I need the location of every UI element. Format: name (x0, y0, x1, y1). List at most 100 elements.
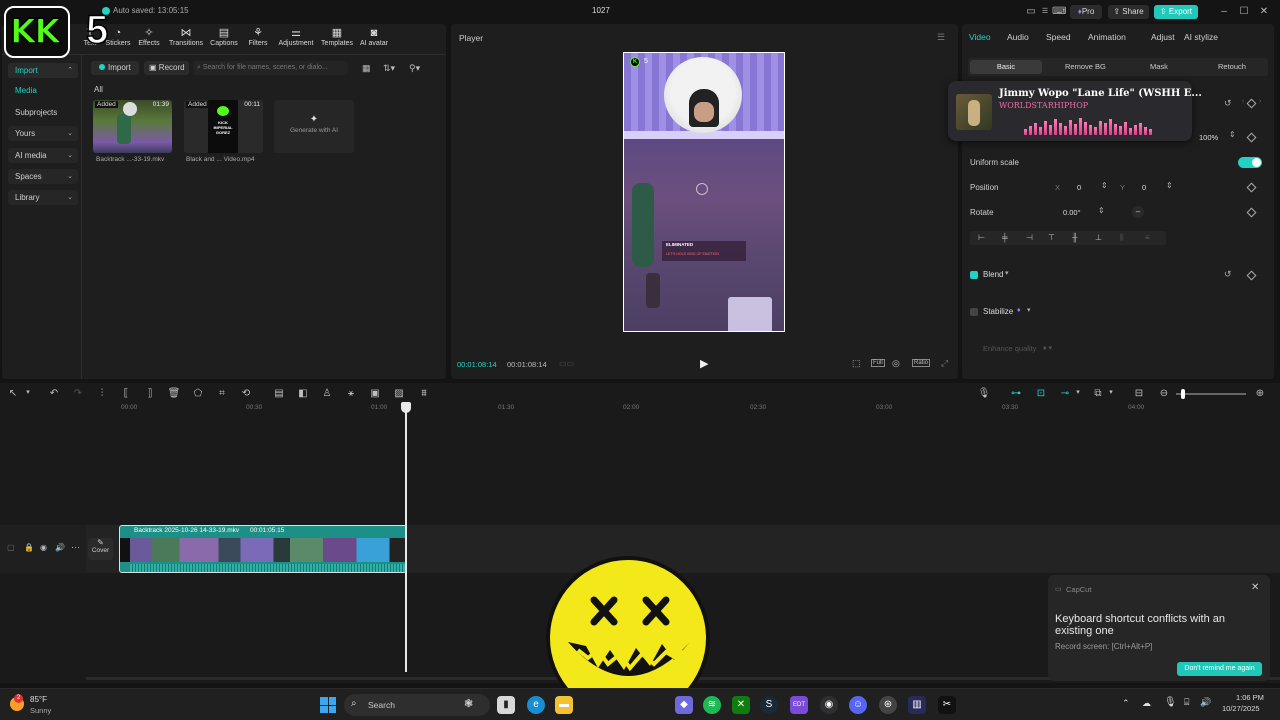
keyframe-nav-icon[interactable]: ‹ (1242, 98, 1244, 105)
start-button[interactable] (320, 697, 336, 713)
tab-ai-stylize[interactable]: AI stylize (1184, 32, 1218, 42)
align-bottom-icon[interactable]: ⊥ (1095, 231, 1102, 245)
share-button[interactable]: ⇪ Share (1108, 5, 1149, 19)
audio-split-icon[interactable]: ⩩ (417, 388, 431, 399)
magic-icon[interactable]: ⚹ (344, 388, 358, 399)
weather-widget[interactable]: 2 85°F Sunny (10, 693, 90, 717)
file-explorer-icon[interactable]: ▮ (497, 696, 515, 714)
distribute-h-icon[interactable]: ⫼ (1120, 231, 1124, 245)
toolbar-filters[interactable]: ⚘ Filters (238, 27, 278, 47)
split-right-icon[interactable]: ⟧ (143, 388, 157, 399)
project-title[interactable]: 1027 (592, 6, 610, 15)
full-icon[interactable]: Full (871, 359, 885, 367)
toolbar-effects[interactable]: ✧ Effects (129, 27, 169, 47)
zoom-slider[interactable] (1176, 393, 1246, 395)
pos-x-value[interactable]: 0 (1077, 183, 1081, 192)
timeline-ruler[interactable] (86, 400, 1280, 414)
microphone-icon[interactable]: 🎙 (977, 388, 991, 399)
media-clip-1[interactable]: Added 01:39 (93, 100, 172, 153)
edge-icon[interactable]: e (527, 696, 545, 714)
filter-all[interactable]: All (94, 85, 103, 94)
tab-animation[interactable]: Animation (1088, 32, 1126, 42)
select-tool-icon[interactable]: ↖ (6, 388, 20, 399)
xbox-icon[interactable]: ✕ (732, 696, 750, 714)
volume-tray-icon[interactable]: 🔊 (1200, 697, 1211, 708)
ratio-button[interactable]: Ratio (912, 359, 931, 367)
import-button[interactable]: Import (91, 61, 139, 75)
discord-icon[interactable]: ☺ (849, 696, 867, 714)
close-icon[interactable]: ✕ (1257, 6, 1271, 18)
mask-shape-icon[interactable]: ⬠ (191, 388, 205, 399)
now-playing-popup[interactable]: Jimmy Wopo "Lane Life" (WSHH E... WORLDS… (948, 81, 1202, 141)
preview-axis-icon[interactable]: ⧉ (1091, 388, 1105, 399)
app-icon-purple[interactable]: ◆ (675, 696, 693, 714)
media-clip-2[interactable]: KICK IMPERIAL GOREZ Added 00:11 (184, 100, 263, 153)
reset-icon[interactable]: ↺ (1224, 98, 1232, 109)
stabilize-checkbox[interactable] (970, 308, 978, 316)
subtab-mask[interactable]: Mask (1150, 62, 1168, 71)
more-icon[interactable]: ⋯ (71, 542, 80, 553)
toolbar-ai-avatar[interactable]: ◙ AI avatar (354, 27, 394, 47)
rotate-value[interactable]: 0.00° (1063, 208, 1081, 217)
maximize-icon[interactable]: ☐ (1237, 6, 1251, 18)
export-button[interactable]: ⇧ Export (1154, 5, 1198, 19)
preview-chevron-icon[interactable]: ▾ (1104, 388, 1118, 396)
timecode-toggle-icon[interactable]: ▭▭ (559, 359, 574, 368)
stabilize-chevron-icon[interactable]: ▾ (1027, 306, 1031, 314)
link-main-track-icon[interactable]: ⊶ (1009, 388, 1023, 399)
align-top-icon[interactable]: ⊤ (1048, 231, 1055, 245)
filter-icon[interactable]: ⚲▾ (409, 63, 420, 74)
redo-icon[interactable]: ↷ (71, 388, 85, 399)
sound-app-icon[interactable]: ▥ (908, 696, 926, 714)
steam-icon[interactable]: S (760, 696, 778, 714)
blend-chevron-icon[interactable]: ▾ (1005, 269, 1009, 277)
playhead[interactable] (405, 404, 407, 672)
mirror-icon[interactable]: ◧ (296, 388, 310, 399)
onedrive-icon[interactable]: ☁ (1142, 698, 1151, 709)
pos-y-stepper-icon[interactable]: ⇕ (1166, 181, 1173, 190)
undo-icon[interactable]: ↶ (47, 388, 61, 399)
eye-icon[interactable]: ◉ (40, 543, 47, 552)
rotate-dial-icon[interactable]: – (1132, 206, 1144, 218)
fit-icon[interactable]: ⬚ (852, 358, 861, 369)
blend-checkbox[interactable] (970, 271, 978, 279)
zoom-out-icon[interactable]: ⊖ (1157, 388, 1171, 399)
layout-icon[interactable]: ▭ (1024, 6, 1038, 18)
clock-date[interactable]: 10/27/2025 (1222, 704, 1260, 713)
sort-icon[interactable]: ⇅▾ (383, 63, 395, 74)
dont-remind-button[interactable]: Don't remind me again (1177, 662, 1262, 676)
layout-menu-icon[interactable]: ☰ (1038, 6, 1052, 18)
sidebar-item-yours[interactable]: Yours ⌄ (8, 126, 78, 141)
sidebar-item-ai-media[interactable]: AI media ⌄ (8, 148, 78, 163)
tab-speed[interactable]: Speed (1046, 32, 1071, 42)
grid-view-icon[interactable]: ▦ (362, 63, 371, 74)
fit-timeline-icon[interactable]: ⊟ (1132, 388, 1146, 399)
scale-stepper-icon[interactable]: ⇕ (1229, 130, 1236, 139)
subtab-basic[interactable]: Basic (970, 60, 1042, 74)
fullscreen-icon[interactable]: ⤢ (941, 358, 948, 369)
rotate-stepper-icon[interactable]: ⇕ (1098, 206, 1105, 215)
pos-y-value[interactable]: 0 (1142, 183, 1146, 192)
sidebar-item-media[interactable]: Media (8, 83, 78, 98)
uniform-scale-toggle[interactable] (1238, 157, 1262, 168)
align-right-icon[interactable]: ⊣ (1026, 231, 1033, 245)
scale-value[interactable]: 100% (1199, 133, 1218, 142)
freeze-icon[interactable]: ▤ (272, 388, 286, 399)
sidebar-item-subprojects[interactable]: Subprojects (8, 105, 78, 120)
sidebar-item-import[interactable]: Import ⌃ (8, 63, 78, 78)
toolbar-transitions[interactable]: ⋈ Transitions (166, 27, 206, 47)
speed-ramp-icon[interactable]: ⟲ (239, 388, 253, 399)
timeline-clip[interactable]: Backtrack 2025-10-26 14-33-19.mkv 00:01:… (119, 525, 407, 573)
lock-icon[interactable]: 🔒 (24, 543, 34, 552)
track-checkbox-icon[interactable]: ▢ (7, 543, 15, 552)
align-center-v-icon[interactable]: ╫ (1072, 231, 1078, 245)
cover-button[interactable]: ✎ Cover (88, 538, 113, 560)
record-button[interactable]: ▣ Record (144, 61, 189, 75)
obs-icon[interactable]: ◉ (820, 696, 838, 714)
taskbar-search[interactable]: ⌕ Search ❃ (344, 694, 490, 716)
split-left-icon[interactable]: ⟦ (119, 388, 133, 399)
zoom-in-icon[interactable]: ⊕ (1253, 388, 1267, 399)
playhead-handle[interactable] (401, 402, 411, 413)
sidebar-item-spaces[interactable]: Spaces ⌄ (8, 169, 78, 184)
network-icon[interactable]: ⌸ (1184, 697, 1189, 708)
